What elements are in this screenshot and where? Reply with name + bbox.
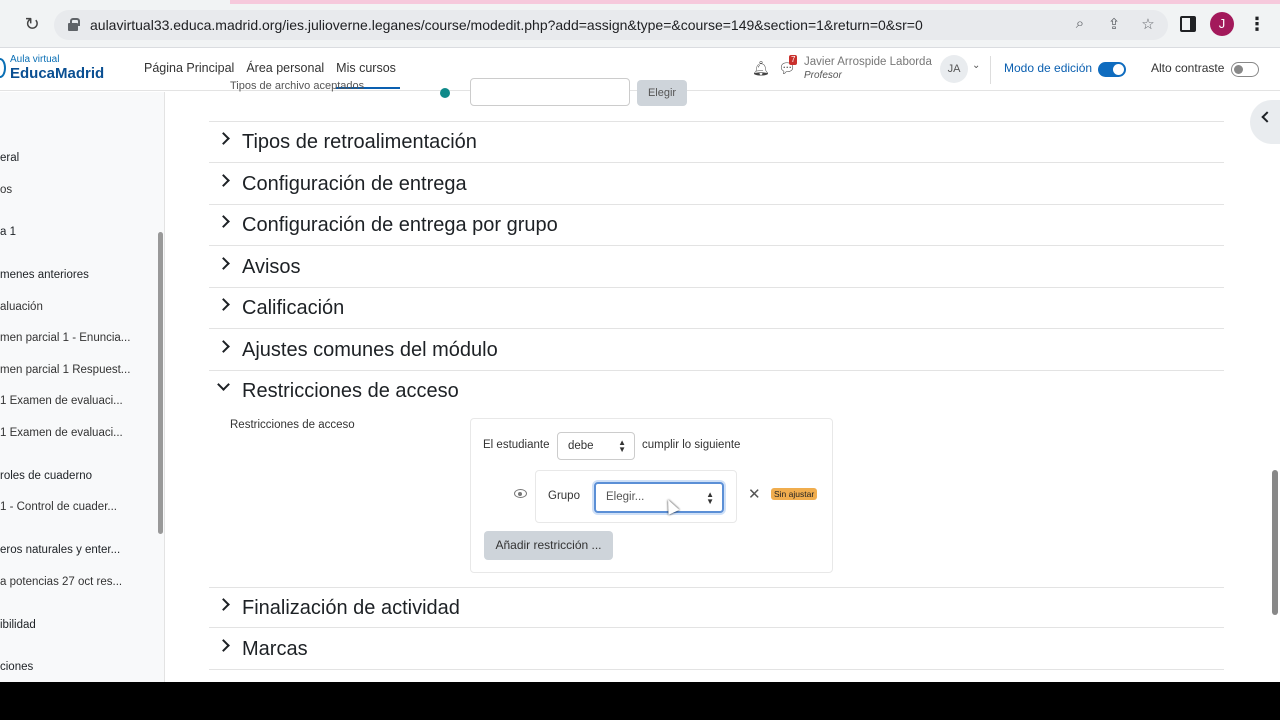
- drawer-section[interactable]: menes anteriores: [0, 269, 89, 281]
- updown-arrow-icon: ▲ ▼: [706, 490, 714, 506]
- status-badge: Sin ajustar: [771, 488, 818, 500]
- section-activity-completion[interactable]: Finalización de actividad: [209, 587, 1224, 628]
- drawer-section[interactable]: roles de cuaderno: [0, 470, 92, 482]
- section-grade[interactable]: Calificación: [209, 288, 1224, 329]
- high-contrast-toggle[interactable]: [1231, 62, 1259, 77]
- chevron-right-icon[interactable]: [217, 598, 230, 611]
- omnibox-actions: ⌕ ⇪ ☆: [1070, 15, 1158, 33]
- page-scrollbar[interactable]: [1272, 470, 1278, 615]
- chevron-right-icon[interactable]: [217, 340, 230, 353]
- drawer-item[interactable]: 1 Examen de evaluaci...: [0, 395, 123, 407]
- navbar-divider: [990, 56, 991, 84]
- high-contrast-label: Alto contraste: [1151, 61, 1225, 75]
- section-title[interactable]: Avisos: [242, 256, 301, 279]
- url-text[interactable]: aulavirtual33.educa.madrid.org/ies.julio…: [90, 17, 923, 33]
- user-avatar[interactable]: JA: [940, 55, 968, 83]
- section-title[interactable]: Ajustes comunes del módulo: [242, 339, 498, 362]
- chevron-right-icon[interactable]: [217, 215, 230, 228]
- edit-mode-toggle[interactable]: [1098, 62, 1126, 77]
- section-title[interactable]: Tipos de retroalimentación: [242, 131, 477, 154]
- side-panel-icon[interactable]: [1180, 16, 1196, 32]
- access-restrictions-label: Restricciones de acceso: [230, 419, 355, 431]
- drawer-item[interactable]: os: [0, 184, 12, 196]
- section-title[interactable]: Restricciones de acceso: [242, 380, 459, 403]
- drawer-item[interactable]: men parcial 1 Respuest...: [0, 364, 130, 376]
- open-block-drawer-button[interactable]: [1250, 100, 1280, 144]
- info-icon[interactable]: [440, 88, 450, 98]
- user-name[interactable]: Javier Arrospide Laborda: [804, 56, 932, 68]
- choose-button[interactable]: Elegir: [637, 80, 687, 106]
- section-group-submission-settings[interactable]: Configuración de entrega por grupo: [209, 205, 1224, 246]
- zoom-search-icon[interactable]: ⌕: [1070, 15, 1090, 33]
- letterbox-bar: [0, 682, 1280, 720]
- must-select-value[interactable]: debe: [568, 440, 594, 452]
- section-feedback-types[interactable]: Tipos de retroalimentación: [209, 122, 1224, 163]
- chevron-left-icon[interactable]: [1261, 111, 1273, 123]
- browser-toolbar: ↻ aulavirtual33.educa.madrid.org/ies.jul…: [0, 0, 1280, 48]
- section-title[interactable]: Marcas: [242, 638, 308, 661]
- chevron-right-icon[interactable]: [217, 132, 230, 145]
- section-title[interactable]: Finalización de actividad: [242, 597, 460, 620]
- edit-mode-label: Modo de edición: [1004, 61, 1093, 75]
- drawer-item[interactable]: a potencias 27 oct res...: [0, 576, 122, 588]
- chevron-down-icon[interactable]: ⌄: [972, 60, 980, 71]
- section-title[interactable]: Calificación: [242, 297, 344, 320]
- primary-navigation: Página Principal Área personal Mis curso…: [144, 61, 400, 89]
- nav-link-dashboard[interactable]: Área personal: [246, 61, 324, 75]
- add-restriction-button[interactable]: Añadir restricción ...: [484, 531, 613, 560]
- drawer-item[interactable]: aluación: [0, 301, 43, 313]
- notifications-bell-icon[interactable]: 🔔︎: [752, 60, 770, 77]
- section-common-module-settings[interactable]: Ajustes comunes del módulo: [209, 330, 1224, 371]
- educamadrid-logo-icon: [0, 58, 6, 78]
- accepted-file-types-input[interactable]: [470, 78, 630, 106]
- bookmark-star-icon[interactable]: ☆: [1138, 15, 1158, 33]
- logo-small-text[interactable]: Aula virtual: [10, 54, 59, 65]
- messages-count-badge: 7: [789, 55, 798, 65]
- chevron-right-icon[interactable]: [217, 174, 230, 187]
- chevron-down-icon[interactable]: [217, 378, 230, 391]
- course-index-drawer: eral os a 1 menes anteriores aluación me…: [0, 92, 165, 682]
- address-bar[interactable]: aulavirtual33.educa.madrid.org/ies.julio…: [54, 10, 1168, 40]
- tab-strip-accent: [230, 0, 1280, 4]
- delete-condition-icon[interactable]: ✕: [748, 485, 761, 503]
- screen: ↻ aulavirtual33.educa.madrid.org/ies.jul…: [0, 0, 1280, 682]
- accepted-file-types-label: Tipos de archivo aceptados: [230, 80, 365, 92]
- drawer-item[interactable]: 1 Examen de evaluaci...: [0, 427, 123, 439]
- eye-icon[interactable]: [514, 489, 527, 498]
- browser-right-controls: J ⋮: [1180, 12, 1266, 36]
- group-select-value[interactable]: Elegir...: [606, 491, 644, 503]
- section-submission-settings[interactable]: Configuración de entrega: [209, 164, 1224, 205]
- browser-menu-icon[interactable]: ⋮: [1248, 14, 1266, 35]
- drawer-section[interactable]: eros naturales y enter...: [0, 544, 120, 556]
- user-role: Profesor: [804, 70, 842, 81]
- updown-arrow-icon: ▲ ▼: [618, 438, 626, 454]
- drawer-section[interactable]: ibilidad: [0, 619, 36, 631]
- drawer-section[interactable]: a 1: [0, 226, 16, 238]
- drawer-item[interactable]: 1 - Control de cuader...: [0, 501, 117, 513]
- group-label: Grupo: [548, 490, 580, 502]
- student-label: El estudiante: [483, 439, 550, 451]
- nav-link-home[interactable]: Página Principal: [144, 61, 234, 75]
- reload-icon[interactable]: ↻: [22, 14, 42, 34]
- section-access-restrictions[interactable]: Restricciones de acceso: [209, 371, 1224, 412]
- nav-link-my-courses[interactable]: Mis cursos: [336, 61, 400, 89]
- share-icon[interactable]: ⇪: [1104, 15, 1124, 33]
- chevron-right-icon[interactable]: [217, 298, 230, 311]
- drawer-scrollbar[interactable]: [158, 232, 163, 534]
- section-title[interactable]: Configuración de entrega por grupo: [242, 214, 558, 237]
- chevron-right-icon[interactable]: [217, 639, 230, 652]
- section-tags[interactable]: Marcas: [209, 629, 1224, 670]
- group-select[interactable]: Elegir... ▲ ▼: [594, 482, 724, 513]
- section-notifications[interactable]: Avisos: [209, 247, 1224, 288]
- logo-big-text[interactable]: EducaMadrid: [10, 65, 104, 82]
- lock-icon[interactable]: [68, 18, 80, 31]
- section-title[interactable]: Configuración de entrega: [242, 173, 467, 196]
- must-select[interactable]: debe ▲ ▼: [557, 432, 635, 460]
- drawer-item[interactable]: men parcial 1 - Enuncia...: [0, 332, 130, 344]
- chevron-right-icon[interactable]: [217, 257, 230, 270]
- drawer-section-general[interactable]: eral: [0, 152, 19, 164]
- follow-label: cumplir lo siguiente: [642, 439, 741, 451]
- profile-avatar[interactable]: J: [1210, 12, 1234, 36]
- drawer-section[interactable]: ciones: [0, 661, 33, 673]
